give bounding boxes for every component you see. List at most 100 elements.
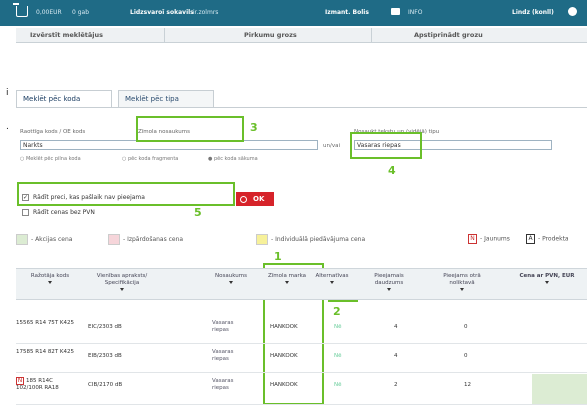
row-spec: EIC/2303 dB bbox=[88, 324, 122, 330]
annotation-3: 3 bbox=[250, 121, 258, 134]
legend-individual: - Individuālā piedāvājuma cena bbox=[256, 234, 365, 245]
row-qty-other: 0 bbox=[464, 324, 468, 330]
row-qty-other: 12 bbox=[464, 382, 471, 388]
col-name-label: Nosaukums bbox=[215, 273, 247, 279]
row-code[interactable]: 15565 R14 75T K425 bbox=[16, 320, 80, 327]
sort-icon[interactable] bbox=[545, 281, 549, 284]
table-row[interactable]: 15565 R14 75T K425 EIC/2303 dB Vasaras r… bbox=[16, 316, 587, 344]
sort-icon[interactable] bbox=[387, 288, 391, 291]
row-alt[interactable]: Nē bbox=[334, 382, 342, 389]
cart-amount[interactable]: 0,00EUR bbox=[36, 9, 62, 16]
row-brand: HANKOOK bbox=[270, 382, 298, 388]
user-menu[interactable]: Lindz (konll) bbox=[512, 9, 554, 16]
row-qty: 2 bbox=[394, 382, 398, 388]
col-alternatives[interactable]: Alternatīvas bbox=[312, 273, 352, 284]
col-qty-other-label: Pieejams otrā noliktavā bbox=[443, 273, 481, 286]
col-code-label: Ražotāja kods bbox=[30, 273, 70, 279]
cancel-circle-icon bbox=[240, 195, 247, 203]
legend-product-label: - Prodekta bbox=[538, 235, 569, 243]
tab-search-by-code[interactable]: Meklēt pēc koda bbox=[16, 90, 112, 108]
col-qty[interactable]: Pieejamais daudzums bbox=[362, 273, 416, 291]
col-price-label: Cena ar PVN, EUR bbox=[519, 273, 575, 279]
and-or-label: un/vai bbox=[323, 143, 340, 149]
col-name[interactable]: Nosaukums bbox=[206, 273, 256, 284]
messages-icon[interactable] bbox=[391, 8, 400, 15]
row-alt[interactable]: Nē bbox=[334, 324, 342, 331]
nav-confirm-cart[interactable]: Apstiprinādt grozu bbox=[414, 31, 483, 39]
highlight-brand bbox=[136, 116, 244, 142]
no-vat-label: Rādīt cenas bez PVN bbox=[33, 209, 95, 216]
cart-icon[interactable] bbox=[13, 3, 28, 17]
legend-sale-label: - Izpārdošanas cena bbox=[123, 236, 184, 243]
table-row[interactable]: 17585 R14 82T K425 EIB/2303 dB Vasaras r… bbox=[16, 345, 587, 373]
row-brand: HANKOOK bbox=[270, 324, 298, 330]
col-price[interactable]: Cena ar PVN, EUR bbox=[510, 273, 584, 284]
legend-promo-label: - Akcijas cena bbox=[31, 236, 73, 243]
radio-code-start[interactable]: ● pēc koda sākuma bbox=[208, 156, 258, 162]
legend-swatch bbox=[16, 234, 28, 245]
row-name: Vasaras riepas bbox=[212, 378, 234, 391]
code-label: Raottīga kods / OE kods bbox=[20, 129, 86, 135]
sort-icon[interactable] bbox=[460, 288, 464, 291]
new-badge-icon: N bbox=[468, 234, 477, 244]
sort-icon[interactable] bbox=[330, 281, 334, 284]
sub-navigation: Izvērstīt meklētājus Pirkumu grozs Apsti… bbox=[16, 28, 587, 43]
legend-sale: - Izpārdošanas cena bbox=[108, 234, 183, 245]
row-qty: 4 bbox=[394, 353, 398, 359]
col-spec[interactable]: Vienības apraksts/ Specifikācija bbox=[86, 273, 158, 291]
account-sub[interactable]: ir.zolmrs bbox=[193, 9, 218, 16]
messages-label[interactable]: INFO bbox=[408, 9, 422, 16]
annotation-4: 4 bbox=[388, 164, 396, 177]
col-qty-other[interactable]: Pieejams otrā noliktavā bbox=[432, 273, 492, 291]
ok-label: OK bbox=[253, 195, 265, 203]
no-vat-checkbox[interactable]: Rādīt cenas bez PVN bbox=[22, 209, 95, 216]
table-row[interactable]: N 185 R14C 102/100R RA18 CIB/2170 dB Vasa… bbox=[16, 374, 587, 405]
sort-icon[interactable] bbox=[229, 281, 233, 284]
top-bar: 0,00EUR 0 gab Lidzsvaroī sokavils ir.zol… bbox=[0, 0, 587, 26]
legend-swatch bbox=[108, 234, 120, 245]
col-code[interactable]: Ražotāja kods bbox=[20, 273, 80, 284]
row-code[interactable]: N 185 R14C 102/100R RA18 bbox=[16, 377, 80, 392]
sort-icon[interactable] bbox=[48, 281, 52, 284]
row-code[interactable]: 17585 R14 82T K425 bbox=[16, 349, 80, 356]
radio-code-start-label: pēc koda sākuma bbox=[213, 156, 258, 162]
nav-cart[interactable]: Pirkumu grozs bbox=[244, 31, 297, 39]
side-marker: . bbox=[6, 122, 9, 132]
sort-icon[interactable] bbox=[120, 288, 124, 291]
radio-fragment-label: pēc koda fragmenta bbox=[127, 156, 179, 162]
annotation-5: 5 bbox=[194, 206, 202, 219]
ok-button[interactable]: OK bbox=[236, 192, 274, 206]
row-spec: EIB/2303 dB bbox=[88, 353, 122, 359]
col-brand-label: Zīmola marka bbox=[267, 273, 307, 279]
highlight-description bbox=[350, 132, 422, 159]
sort-icon[interactable] bbox=[285, 281, 289, 284]
row-brand: HANKOOK bbox=[270, 353, 298, 359]
legend-new-label: - Jaunums bbox=[480, 235, 510, 243]
user-info[interactable]: Izmant. Bolis bbox=[325, 9, 369, 16]
product-badge-icon: A bbox=[526, 234, 535, 244]
radio-fragment[interactable]: ○ pēc koda fragmenta bbox=[122, 156, 178, 162]
row-alt[interactable]: Nē bbox=[334, 353, 342, 360]
results-table-header: Ražotāja kods Vienības apraksts/ Specifi… bbox=[16, 268, 587, 300]
account-link[interactable]: Lidzsvaroī sokavils bbox=[130, 9, 194, 16]
promo-price-cell bbox=[532, 374, 587, 404]
legend-individual-label: - Individuālā piedāvājuma cena bbox=[271, 236, 366, 243]
side-marker: i bbox=[6, 88, 9, 98]
row-name: Vasaras riepas bbox=[212, 349, 234, 362]
row-name: Vasaras riepas bbox=[212, 320, 234, 333]
nav-divider bbox=[164, 28, 165, 43]
legend-new: N- Jaunums bbox=[468, 234, 510, 244]
col-brand[interactable]: Zīmola marka bbox=[265, 273, 309, 284]
tab-divider bbox=[16, 107, 587, 108]
col-alternatives-label: Alternatīvas bbox=[315, 273, 349, 279]
row-qty-other: 0 bbox=[464, 353, 468, 359]
col-qty-label: Pieejamais daudzums bbox=[374, 273, 404, 286]
new-badge-icon: N bbox=[16, 377, 24, 385]
highlight-availability bbox=[17, 182, 235, 206]
radio-full-code[interactable]: ○ Meklēt pēc pilna koda bbox=[20, 156, 81, 162]
nav-expand-search[interactable]: Izvērstīt meklētājus bbox=[30, 31, 103, 39]
tab-search-by-type[interactable]: Meklēt pēc tipa bbox=[118, 90, 214, 108]
legend-product: A- Prodekta bbox=[526, 234, 569, 244]
cart-count[interactable]: 0 gab bbox=[72, 9, 89, 16]
user-icon[interactable] bbox=[568, 7, 577, 16]
